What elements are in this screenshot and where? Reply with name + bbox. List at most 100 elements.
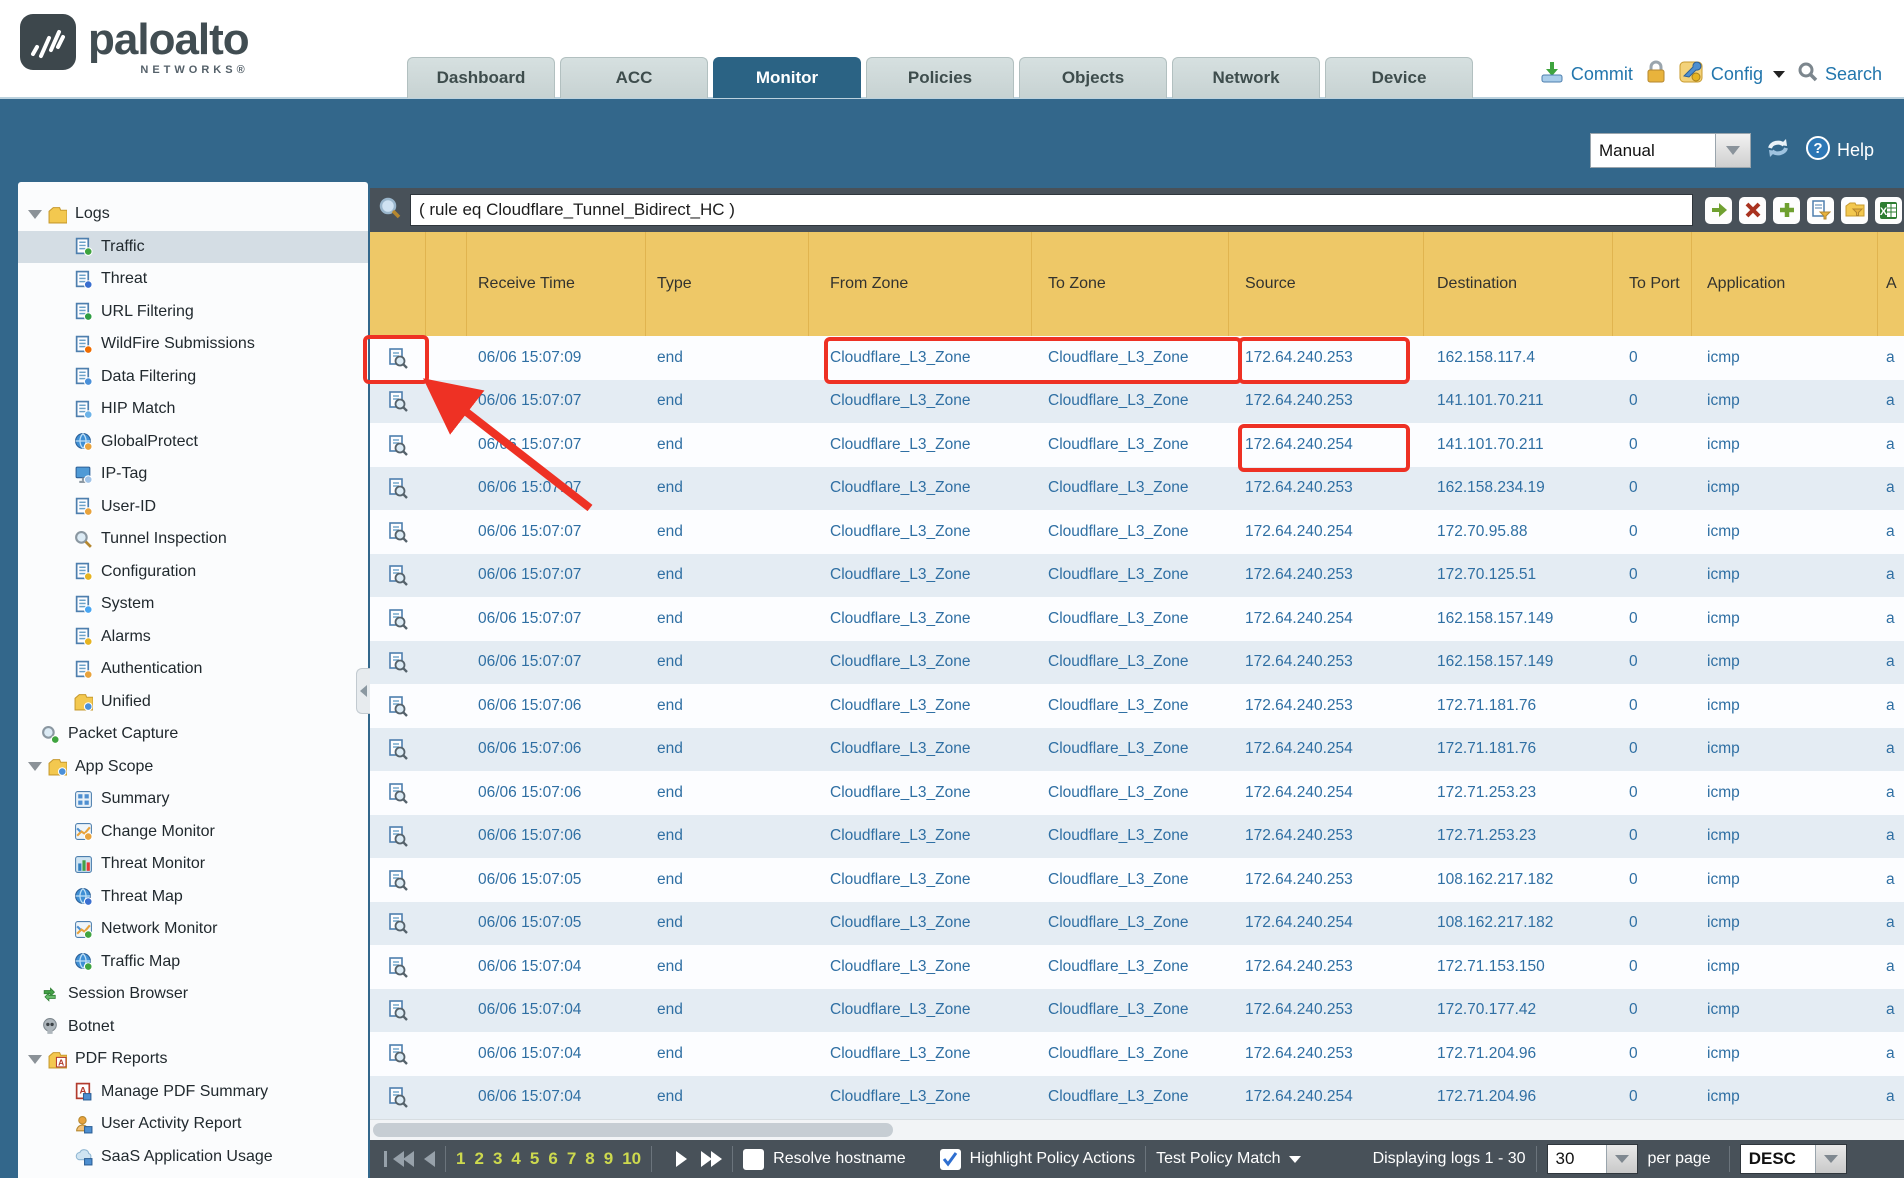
cell-from[interactable]: Cloudflare_L3_Zone bbox=[809, 684, 1032, 728]
tab-network[interactable]: Network bbox=[1172, 57, 1320, 98]
column-header-receive-time[interactable]: Receive Time bbox=[467, 232, 646, 336]
sidebar-item-wildfire-submissions[interactable]: WildFire Submissions bbox=[18, 328, 368, 361]
log-detail-icon[interactable] bbox=[370, 815, 426, 859]
cell-from[interactable]: Cloudflare_L3_Zone bbox=[809, 510, 1032, 554]
log-detail-icon[interactable] bbox=[370, 902, 426, 946]
cell-to[interactable]: Cloudflare_L3_Zone bbox=[1032, 423, 1229, 467]
cell-port[interactable]: 0 bbox=[1613, 684, 1692, 728]
cell-time[interactable]: 06/06 15:07:05 bbox=[467, 902, 646, 946]
cell-type[interactable]: end bbox=[646, 641, 809, 685]
cell-time[interactable]: 06/06 15:07:07 bbox=[467, 380, 646, 424]
cell-dest[interactable]: 172.70.95.88 bbox=[1424, 510, 1613, 554]
cell-to[interactable]: Cloudflare_L3_Zone bbox=[1032, 1032, 1229, 1076]
sidebar-item-authentication[interactable]: Authentication bbox=[18, 653, 368, 686]
cell-dest[interactable]: 141.101.70.211 bbox=[1424, 380, 1613, 424]
cell-dest[interactable]: 172.70.177.42 bbox=[1424, 989, 1613, 1033]
cell-type[interactable]: end bbox=[646, 1076, 809, 1120]
cell-port[interactable]: 0 bbox=[1613, 641, 1692, 685]
cell-type[interactable]: end bbox=[646, 423, 809, 467]
cell-dest[interactable]: 172.71.204.96 bbox=[1424, 1076, 1613, 1120]
tab-acc[interactable]: ACC bbox=[560, 57, 708, 98]
cell-app[interactable]: icmp bbox=[1692, 554, 1878, 598]
cell-port[interactable]: 0 bbox=[1613, 467, 1692, 511]
sort-order-dropdown-button[interactable] bbox=[1815, 1145, 1846, 1173]
cell-dest[interactable]: 108.162.217.182 bbox=[1424, 902, 1613, 946]
sidebar-item-data-filtering[interactable]: Data Filtering bbox=[18, 361, 368, 394]
cell-dest[interactable]: 172.71.181.76 bbox=[1424, 684, 1613, 728]
sidebar-item-configuration[interactable]: Configuration bbox=[18, 556, 368, 589]
cell-time[interactable]: 06/06 15:07:06 bbox=[467, 815, 646, 859]
log-detail-icon[interactable] bbox=[370, 641, 426, 685]
cell-action[interactable]: a bbox=[1878, 945, 1904, 989]
cell-action[interactable]: a bbox=[1878, 989, 1904, 1033]
column-header-a[interactable]: A bbox=[1878, 232, 1904, 336]
page-link-2[interactable]: 2 bbox=[474, 1149, 483, 1169]
cell-app[interactable]: icmp bbox=[1692, 858, 1878, 902]
cell-port[interactable]: 0 bbox=[1613, 597, 1692, 641]
sidebar-item-traffic-map[interactable]: Traffic Map bbox=[18, 946, 368, 979]
lock-icon[interactable] bbox=[1645, 60, 1667, 89]
cell-to[interactable]: Cloudflare_L3_Zone bbox=[1032, 1076, 1229, 1120]
cell-source[interactable]: 172.64.240.253 bbox=[1229, 989, 1424, 1033]
tab-monitor[interactable]: Monitor bbox=[713, 57, 861, 98]
cell-action[interactable]: a bbox=[1878, 815, 1904, 859]
cell-port[interactable]: 0 bbox=[1613, 771, 1692, 815]
sidebar-item-threat-map[interactable]: Threat Map bbox=[18, 881, 368, 914]
cell-to[interactable]: Cloudflare_L3_Zone bbox=[1032, 597, 1229, 641]
cell-source[interactable]: 172.64.240.253 bbox=[1229, 1032, 1424, 1076]
cell-time[interactable]: 06/06 15:07:06 bbox=[467, 728, 646, 772]
highlight-policy-checkbox[interactable]: Highlight Policy Actions bbox=[940, 1149, 1135, 1170]
filter-builder-icon[interactable] bbox=[1807, 197, 1834, 224]
sidebar-item-logs[interactable]: Logs bbox=[18, 198, 368, 231]
cell-time[interactable]: 06/06 15:07:07 bbox=[467, 554, 646, 598]
sort-order-select[interactable]: DESC bbox=[1740, 1144, 1847, 1174]
cell-action[interactable]: a bbox=[1878, 858, 1904, 902]
cell-type[interactable]: end bbox=[646, 902, 809, 946]
sidebar-item-change-monitor[interactable]: Change Monitor bbox=[18, 816, 368, 849]
sidebar-item-user-activity-report[interactable]: User Activity Report bbox=[18, 1108, 368, 1141]
sidebar-item-globalprotect[interactable]: GlobalProtect bbox=[18, 426, 368, 459]
cell-from[interactable]: Cloudflare_L3_Zone bbox=[809, 380, 1032, 424]
filter-input[interactable] bbox=[410, 194, 1693, 226]
cell-time[interactable]: 06/06 15:07:07 bbox=[467, 597, 646, 641]
page-link-3[interactable]: 3 bbox=[493, 1149, 502, 1169]
sidebar-item-alarms[interactable]: Alarms bbox=[18, 621, 368, 654]
load-filter-icon[interactable] bbox=[1841, 197, 1868, 224]
cell-type[interactable]: end bbox=[646, 510, 809, 554]
resolve-hostname-checkbox[interactable]: Resolve hostname bbox=[743, 1149, 906, 1170]
cell-type[interactable]: end bbox=[646, 380, 809, 424]
tab-dashboard[interactable]: Dashboard bbox=[407, 57, 555, 98]
sidebar-item-unified[interactable]: Unified bbox=[18, 686, 368, 719]
cell-port[interactable]: 0 bbox=[1613, 1032, 1692, 1076]
cell-from[interactable]: Cloudflare_L3_Zone bbox=[809, 423, 1032, 467]
column-header-spacer[interactable] bbox=[426, 232, 467, 336]
log-detail-icon[interactable] bbox=[370, 945, 426, 989]
cell-app[interactable]: icmp bbox=[1692, 336, 1878, 380]
cell-to[interactable]: Cloudflare_L3_Zone bbox=[1032, 467, 1229, 511]
cell-source[interactable]: 172.64.240.254 bbox=[1229, 423, 1424, 467]
page-link-10[interactable]: 10 bbox=[622, 1149, 641, 1169]
export-spreadsheet-icon[interactable]: X bbox=[1875, 197, 1902, 224]
help-button[interactable]: ? Help bbox=[1805, 135, 1874, 166]
cell-action[interactable]: a bbox=[1878, 902, 1904, 946]
add-filter-icon[interactable] bbox=[1773, 197, 1800, 224]
cell-time[interactable]: 06/06 15:07:05 bbox=[467, 858, 646, 902]
per-page-dropdown-button[interactable] bbox=[1606, 1145, 1637, 1173]
cell-type[interactable]: end bbox=[646, 728, 809, 772]
cell-time[interactable]: 06/06 15:07:04 bbox=[467, 1076, 646, 1120]
cell-to[interactable]: Cloudflare_L3_Zone bbox=[1032, 815, 1229, 859]
cell-time[interactable]: 06/06 15:07:07 bbox=[467, 510, 646, 554]
sidebar-item-botnet[interactable]: Botnet bbox=[18, 1011, 368, 1044]
cell-dest[interactable]: 172.70.125.51 bbox=[1424, 554, 1613, 598]
cell-type[interactable]: end bbox=[646, 945, 809, 989]
log-detail-icon[interactable] bbox=[370, 336, 426, 380]
cell-source[interactable]: 172.64.240.254 bbox=[1229, 728, 1424, 772]
cell-dest[interactable]: 172.71.153.150 bbox=[1424, 945, 1613, 989]
cell-app[interactable]: icmp bbox=[1692, 467, 1878, 511]
cell-app[interactable]: icmp bbox=[1692, 989, 1878, 1033]
last-page-button[interactable] bbox=[701, 1151, 722, 1167]
sidebar-item-tunnel-inspection[interactable]: Tunnel Inspection bbox=[18, 523, 368, 556]
sidebar-item-packet-capture[interactable]: Packet Capture bbox=[18, 718, 368, 751]
sidebar-item-user-id[interactable]: User-ID bbox=[18, 491, 368, 524]
page-link-8[interactable]: 8 bbox=[585, 1149, 594, 1169]
